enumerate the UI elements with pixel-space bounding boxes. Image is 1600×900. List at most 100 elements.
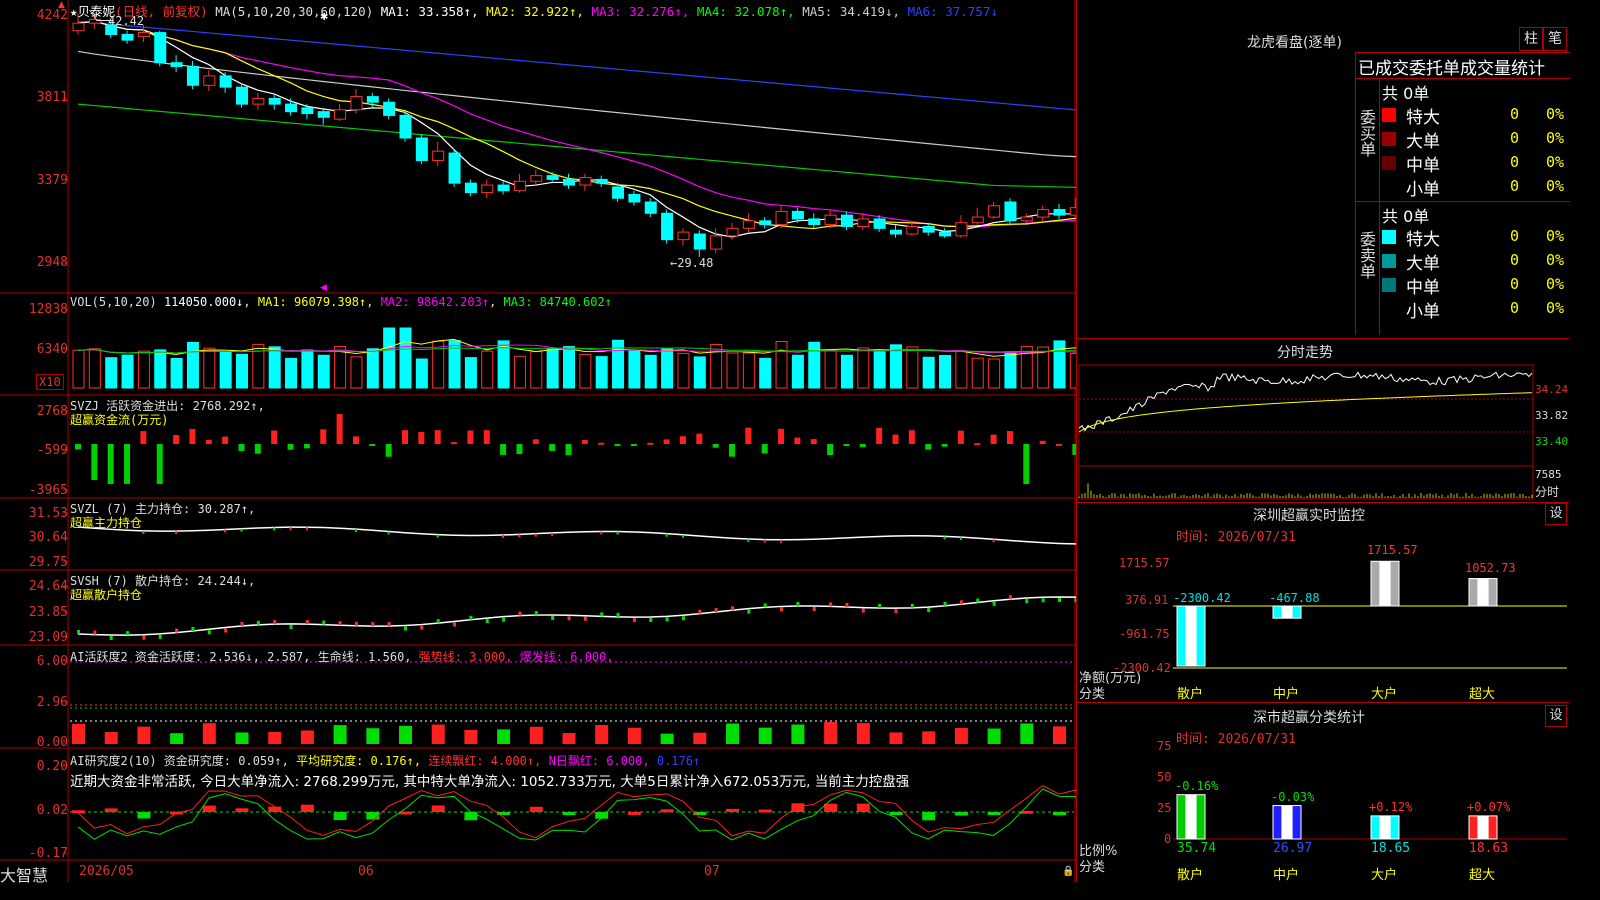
volume-bar [546,348,559,389]
low-price-label: ←29.48 [670,256,714,270]
activity-bar [72,723,85,744]
volume-bar [236,353,248,389]
flow-bar [222,436,229,444]
research-bar [333,812,347,820]
candle-body [513,180,526,192]
retail-hold-tick [126,631,130,636]
main-axis-3: 2948 [36,255,68,270]
retail-hold-tick [77,630,80,634]
volume-bar [399,327,412,389]
candle-body [661,212,674,241]
volume-bar [775,340,788,389]
retail-hold-tick [338,621,342,626]
candle-body [1020,216,1033,222]
candle-body [693,233,706,250]
ma3-line [77,20,1076,228]
candle-body [726,227,739,237]
right-svg [1078,364,1567,840]
retail-hold-tick [714,608,718,613]
star-icon[interactable]: ★ [70,4,78,19]
retail-hold-tick [992,601,996,606]
flow-bar [696,433,703,444]
flow-bar [483,430,490,444]
retail-hold-tick [1025,599,1029,604]
candle-body [595,178,608,184]
ai1-axis-0: 6.00 [36,654,68,669]
activity-bar [889,732,903,744]
app-logo: 大智慧 [0,866,49,885]
candle-body [301,107,314,115]
ai1-label: AI活跃度2 资金活跃度: 2.536↓, 2.587, 生命线: 1.560, [70,650,412,664]
candle-body [677,231,690,241]
flow-bar [843,444,850,446]
left-chart-area[interactable]: ★贝泰妮(日线, 前复权) MA(5,10,20,30,60,120) MA1:… [0,0,1076,885]
main-hold-line [77,526,1076,545]
volume-bar [824,350,837,389]
main-hold-tick [502,535,505,539]
main-hold-tick [534,533,537,537]
svzj-sub: 超赢资金流(万元) [70,413,169,427]
lock-icon[interactable]: 🔒 [1062,866,1074,877]
activity-bar [693,732,707,744]
flow-bar [418,431,425,444]
volume-bar [971,357,984,389]
ma-value-2: MA2: 32.922↑, [486,4,592,19]
volume-bar [317,354,330,389]
volume-bar [988,358,1001,389]
volume-bar [383,327,396,389]
retail-hold-tick [175,628,179,633]
flow-bar [467,430,474,444]
retail-hold-tick [616,612,620,617]
vol-ma3: MA3: 84740.602↑ [503,295,612,309]
flow-bar [532,439,539,444]
retail-hold-tick [583,616,587,621]
main-hold-tick [305,527,308,531]
ai2-val: 0.176↑ [656,754,701,768]
activity-bar [170,733,184,744]
flow-bar [369,444,376,446]
main-hold-tick [616,531,619,535]
research-bar [1053,812,1066,816]
retail-hold-tick [600,612,604,617]
retail-hold-tick [861,608,865,613]
candle-body [170,62,183,67]
flow-bar [336,414,343,444]
volume-bar [1004,351,1017,389]
flow-bar [91,444,98,480]
ai1-axis-1: 2.96 [36,695,68,710]
retail-hold-tick [469,615,473,620]
flow-bar [581,439,588,444]
volume-bar [301,349,314,389]
ai1-burst: 爆发线: 6.000, [519,650,614,664]
ma-label: MA(5,10,20,30,60,120) [215,4,374,19]
retail-hold-tick [910,603,914,608]
retail-hold-tick [632,618,636,623]
retail-hold-tick [305,620,309,625]
vol-value: 114050.000↓ [163,295,244,309]
retail-hold-tick [502,617,506,622]
activity-bar [235,732,249,744]
ai2-note: 近期大资金非常活跃, 今日大单净流入: 2768.299万元, 其中特大单净流入… [70,774,910,790]
ma-value-1: MA1: 33.358↑, [380,4,487,19]
retail-hold-tick [191,627,195,632]
retail-hold-tick [404,626,407,631]
flow-bar [254,444,261,454]
flow-bar [352,436,359,444]
research-bar [987,812,1001,815]
research-bar [366,812,380,820]
candle-body [955,222,968,237]
retail-hold-tick [731,606,734,611]
activity-bar [562,733,576,744]
retail-hold-tick [453,622,457,627]
volume-bar [121,354,134,389]
volume-bar [661,348,674,389]
monitor-bar-shine [1281,606,1293,619]
flow-bar [107,444,114,484]
main-hold-tick [387,531,390,535]
flow-bar [614,444,621,447]
main-hold-tick [354,529,357,533]
retail-hold-tick [894,609,898,614]
candle-body [710,235,723,250]
retail-hold-tick [780,607,784,612]
research-bar [235,808,249,812]
